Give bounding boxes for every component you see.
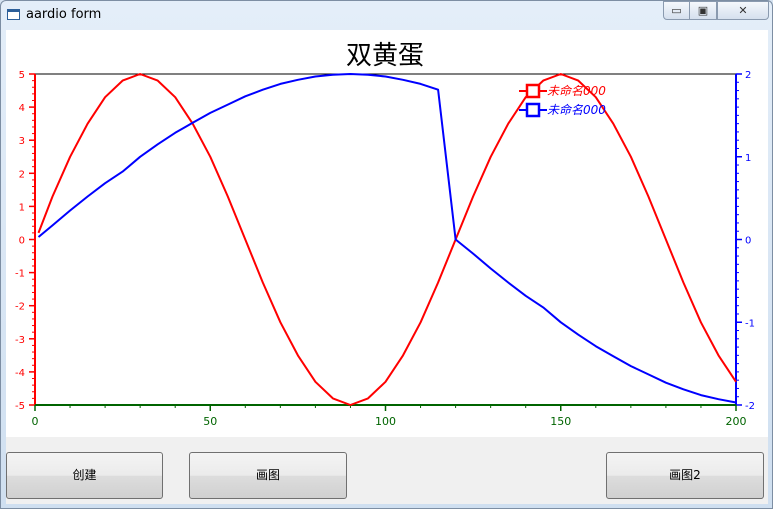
minimize-button[interactable]: ▭ — [663, 1, 690, 20]
window-icon — [7, 9, 20, 20]
plot-frame — [34, 73, 737, 406]
left-tick-label: -2 — [15, 302, 25, 313]
window-title: aardio form — [26, 7, 102, 22]
legend-label: 未命名000 — [547, 84, 606, 98]
create-button[interactable]: 创建 — [6, 452, 163, 499]
right-tick-label: 2 — [745, 70, 751, 81]
legend-marker — [525, 83, 541, 99]
plot-layer: -5 -4 -3 -2 -1 0 1 2 3 4 5 -2 -1 0 1 2 0 50 100 150 200 未命名00… — [15, 70, 755, 428]
x-tick-label: 150 — [550, 415, 571, 428]
chart-title: 双黄蛋 — [346, 41, 424, 71]
left-tick-label: -5 — [15, 401, 25, 412]
left-tick-label: -3 — [15, 335, 25, 346]
app-window: aardio form ▭ ▣ ✕ 双黄蛋 -5 -4 -3 -2 -1 0 1 2 3 4 5 -2… — [0, 0, 773, 509]
right-tick-label: -1 — [745, 318, 755, 329]
left-tick-label: 0 — [19, 236, 25, 247]
left-tick-label: 1 — [19, 202, 25, 213]
left-tick-label: 4 — [19, 103, 25, 114]
x-tick-label: 50 — [203, 415, 217, 428]
client-area: 双黄蛋 -5 -4 -3 -2 -1 0 1 2 3 4 5 -2 -1 0 1 2 0 50 100 150 200 未… — [6, 30, 768, 504]
legend-label: 未命名000 — [547, 103, 606, 117]
left-tick-label: -1 — [15, 269, 25, 280]
blue-series-line — [37, 73, 737, 404]
right-tick-label: 1 — [745, 153, 751, 164]
right-tick-label: -2 — [745, 401, 755, 412]
title-bar[interactable]: aardio form ▭ ▣ ✕ — [1, 1, 772, 29]
chart-panel: 双黄蛋 -5 -4 -3 -2 -1 0 1 2 3 4 5 -2 -1 0 1 2 0 50 100 150 200 未… — [6, 30, 768, 437]
red-series-line — [37, 73, 737, 406]
draw-button[interactable]: 画图 — [189, 452, 347, 499]
chart: 双黄蛋 -5 -4 -3 -2 -1 0 1 2 3 4 5 -2 -1 0 1 2 0 50 100 150 200 未… — [15, 41, 755, 428]
close-button[interactable]: ✕ — [717, 1, 769, 20]
draw2-button[interactable]: 画图2 — [606, 452, 764, 499]
x-tick-label: 200 — [726, 415, 747, 428]
left-tick-label: -4 — [15, 368, 25, 379]
left-tick-label: 3 — [19, 136, 25, 147]
left-tick-label: 2 — [19, 169, 25, 180]
x-tick-label: 100 — [375, 415, 396, 428]
maximize-button[interactable]: ▣ — [689, 1, 717, 20]
legend-marker — [525, 102, 541, 118]
left-tick-label: 5 — [19, 70, 25, 81]
right-tick-label: 0 — [745, 236, 751, 247]
x-tick-label: 0 — [32, 415, 39, 428]
